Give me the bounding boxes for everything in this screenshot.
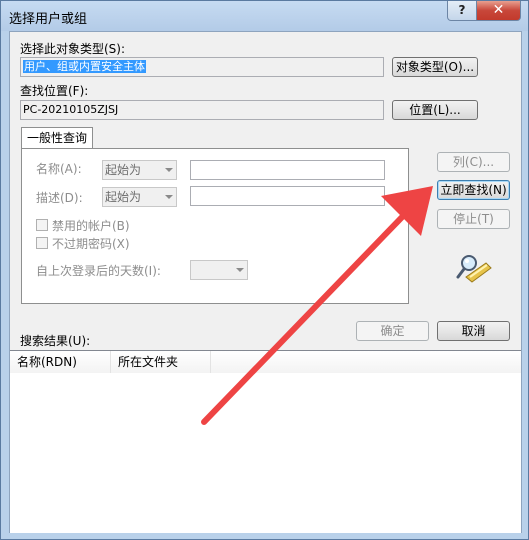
dialog-window: 选择用户或组 ? ✕ 选择此对象类型(S): 用户、组或内置安全主体 对象类型(… <box>0 0 529 540</box>
annotation-arrow-icon <box>201 186 433 425</box>
